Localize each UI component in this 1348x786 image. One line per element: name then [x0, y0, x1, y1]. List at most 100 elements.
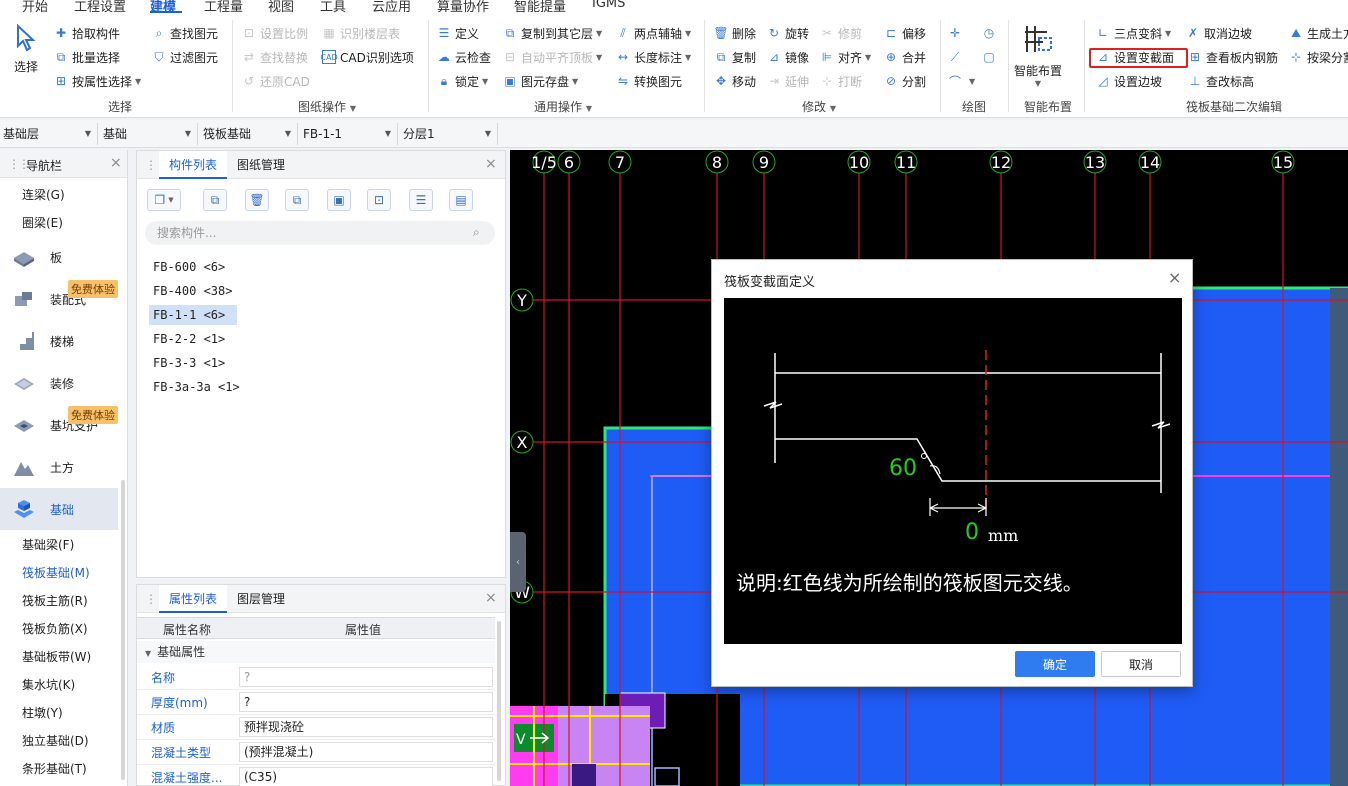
search-icon[interactable]: ⌕	[473, 225, 480, 240]
floor-select[interactable]: 基础层 ▼	[0, 123, 98, 145]
component-item[interactable]: FB-600 <6>	[149, 257, 229, 277]
change-elevation-button[interactable]: ⊥ 查改标高	[1188, 71, 1254, 91]
menu-project-settings[interactable]: 工程设置	[74, 0, 126, 14]
cad-options-button[interactable]: CAD CAD识别选项	[320, 47, 414, 67]
restore-cad-button[interactable]: ↺ 还原CAD	[242, 71, 310, 91]
property-value-input[interactable]: ?	[239, 692, 493, 712]
nav-item-ring-beam[interactable]: 圈梁(E)	[22, 214, 63, 231]
property-value-input[interactable]: 预拌现浇砼	[239, 717, 493, 737]
three-point-slope-button[interactable]: ∟ 三点变斜 ▼	[1096, 23, 1171, 43]
view-slab-rebar-button[interactable]: ⊞ 查看板内钢筋	[1188, 47, 1278, 67]
nav-sub-foundation-beam[interactable]: 基础梁(F)	[22, 536, 74, 553]
nav-sub-strip-footing[interactable]: 条形基础(T)	[22, 760, 87, 777]
menu-collab[interactable]: 算量协作	[437, 0, 489, 14]
nav-sub-sump[interactable]: 集水坑(K)	[22, 676, 75, 693]
split-by-beam-button[interactable]: ⊹ 按梁分割	[1289, 47, 1348, 67]
merge-button[interactable]: ⊕ 合并	[884, 47, 926, 67]
copy-component-button[interactable]: ⧉	[203, 189, 227, 211]
filter-element-button[interactable]: ⛉ 过滤图元	[152, 47, 218, 67]
sort-component-button[interactable]: ☰	[409, 189, 433, 211]
convert-element-button[interactable]: ⇋ 转换图元	[616, 71, 682, 91]
filter-component-button[interactable]: ▤	[449, 189, 473, 211]
nav-sub-foundation-strip[interactable]: 基础板带(W)	[22, 648, 91, 665]
component-category-select[interactable]: 筏板基础 ▼	[200, 123, 298, 145]
find-element-button[interactable]: ⌕ 查找图元	[152, 23, 218, 43]
generate-earthwork-button[interactable]: ⛰ 生成土方	[1289, 23, 1348, 43]
cloud-check-button[interactable]: ☁ 云检查	[437, 47, 491, 67]
extract-component-button[interactable]: ⊡	[367, 189, 391, 211]
menu-smart-quantity[interactable]: 智能提量	[514, 0, 566, 14]
nav-category-pit-support[interactable]: 基坑支护 免费体验	[0, 404, 118, 446]
length-dimension-button[interactable]: ↔ 长度标注 ▼	[616, 47, 691, 67]
two-point-axis-button[interactable]: ⫽ 两点辅轴 ▼	[616, 23, 691, 43]
tab-property-list[interactable]: 属性列表	[159, 585, 228, 613]
menu-tools[interactable]: 工具	[320, 0, 346, 14]
draw-point-button[interactable]: ✛	[948, 23, 966, 43]
ok-button[interactable]: 确定	[1015, 651, 1095, 677]
nav-sub-raft-main-rebar[interactable]: 筏板主筋(R)	[22, 592, 88, 609]
sublayer-select[interactable]: 分层1 ▼	[400, 123, 498, 145]
pile-cap-block[interactable]	[558, 706, 650, 786]
property-value-input[interactable]: ?	[239, 667, 493, 687]
layer-copy-button[interactable]: ⧉	[285, 189, 309, 211]
nav-category-slab[interactable]: 板	[0, 236, 118, 278]
auto-align-top-button[interactable]: ⊟ 自动平齐顶板 ▼	[503, 47, 602, 67]
component-type-select[interactable]: 基础 ▼	[100, 123, 198, 145]
copy-button[interactable]: ⧉ 复制	[714, 47, 756, 67]
property-group-basic[interactable]: ▼ 基础属性	[137, 641, 495, 663]
draw-arc-button[interactable]: ⌒ ▼	[948, 71, 975, 91]
offset-button[interactable]: ⊏ 偏移	[884, 23, 926, 43]
component-item[interactable]: FB-2-2 <1>	[149, 329, 229, 349]
draw-line-button[interactable]: ⟋	[948, 47, 966, 67]
tab-layer-management[interactable]: 图层管理	[227, 585, 295, 613]
delete-button[interactable]: 🗑︎ 删除	[713, 23, 756, 43]
tab-drawing-management[interactable]: 图纸管理	[227, 151, 295, 179]
nav-sub-isolated-footing[interactable]: 独立基础(D)	[22, 732, 89, 749]
menu-cloud[interactable]: 云应用	[372, 0, 411, 14]
draw-circle-button[interactable]: ◷	[982, 23, 1000, 43]
align-button[interactable]: ⊫ 对齐 ▼	[820, 47, 871, 67]
break-button[interactable]: ⊹ 打断	[820, 71, 862, 91]
batch-select-button[interactable]: ⧉ 批量选择	[54, 47, 120, 67]
nav-item-link-beam[interactable]: 连梁(G)	[22, 186, 65, 203]
identify-floor-table-button[interactable]: ▦ 识别楼层表	[322, 23, 400, 43]
nav-category-foundation[interactable]: 基础	[0, 488, 118, 530]
set-scale-button[interactable]: ⊡ 设置比例	[242, 23, 308, 43]
cancel-button[interactable]: 取消	[1101, 651, 1181, 677]
property-scrollbar[interactable]	[497, 621, 501, 781]
nav-category-prefab[interactable]: 装配式 免费体验	[0, 278, 118, 320]
mirror-button[interactable]: ⊿ 镜像	[767, 47, 809, 67]
close-icon[interactable]: ×	[110, 155, 122, 171]
close-icon[interactable]: ×	[485, 590, 497, 606]
define-button[interactable]: ☰ 定义	[437, 23, 479, 43]
element-save-button[interactable]: ▣ 图元存盘 ▼	[503, 71, 578, 91]
component-search-input[interactable]	[145, 221, 495, 245]
select-big-button[interactable]: 选择	[14, 24, 38, 75]
lock-button[interactable]: 🔒︎ 锁定 ▼	[437, 71, 488, 91]
menu-start[interactable]: 开始	[22, 0, 48, 14]
component-name-select[interactable]: FB-1-1 ▼	[300, 123, 398, 145]
find-replace-button[interactable]: ⇄ 查找替换	[242, 47, 308, 67]
property-value-input[interactable]: (预拌混凝土)	[239, 742, 493, 762]
component-item[interactable]: FB-3-3 <1>	[149, 353, 229, 373]
menu-igms[interactable]: IGMS	[592, 0, 625, 11]
menu-quantity[interactable]: 工程量	[204, 0, 243, 14]
rotate-button[interactable]: ↻ 旋转	[767, 23, 809, 43]
split-button[interactable]: ⊘ 分割	[884, 71, 926, 91]
component-item-selected[interactable]: FB-1-1 <6>	[149, 305, 237, 325]
cancel-slope-button[interactable]: ✗ 取消边坡	[1186, 23, 1252, 43]
delete-component-button[interactable]: 🗑︎	[245, 189, 269, 211]
nav-sub-raft-negative-rebar[interactable]: 筏板负筋(X)	[22, 620, 88, 637]
smart-layout-button[interactable]: 智能布置 ▼	[1014, 22, 1062, 88]
component-item[interactable]: FB-3a-3a <1>	[149, 377, 244, 397]
tab-component-list[interactable]: 构件列表	[159, 151, 228, 179]
offset-value[interactable]: 0	[965, 520, 979, 545]
nav-sub-raft-foundation[interactable]: 筏板基础(M)	[22, 564, 90, 581]
save-component-button[interactable]: ▣	[327, 189, 351, 211]
set-variable-section-button[interactable]: ⊿ 设置变截面	[1096, 47, 1174, 67]
draw-rect-button[interactable]: ▢	[982, 47, 1000, 67]
drag-handle-icon[interactable]: ⋮⋮	[8, 157, 30, 171]
angle-value[interactable]: 60	[889, 456, 917, 481]
extend-button[interactable]: ⇥ 延伸	[767, 71, 809, 91]
pick-component-button[interactable]: ✚ 拾取构件	[54, 23, 120, 43]
